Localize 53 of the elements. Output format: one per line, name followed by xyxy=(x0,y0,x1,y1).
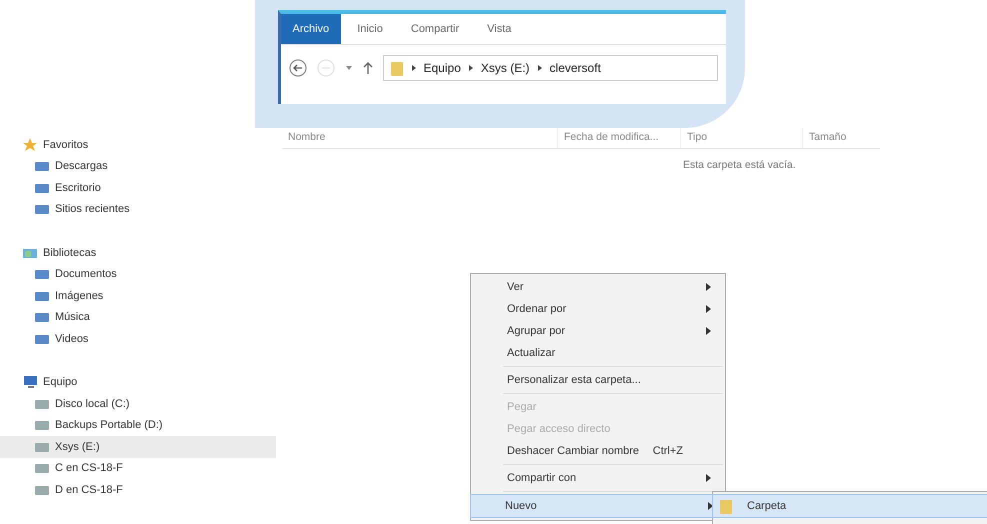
column-header[interactable]: Tamaño xyxy=(803,128,875,148)
item-icon xyxy=(34,267,50,282)
item-icon xyxy=(34,310,50,324)
sidebar-item[interactable]: Música xyxy=(0,306,276,328)
breadcrumb[interactable]: Xsys (E:) xyxy=(480,61,530,75)
sidebar-item[interactable]: Disco local (C:) xyxy=(0,393,276,414)
sidebar-item[interactable]: Descargas xyxy=(0,156,276,177)
up-arrow-icon[interactable] xyxy=(362,61,372,75)
back-icon[interactable] xyxy=(288,59,306,77)
address-bar[interactable]: Equipo Xsys (E:) cleversoft xyxy=(382,55,718,81)
column-header[interactable]: Fecha de modifica... xyxy=(558,128,681,148)
shortcut-text: Ctrl+Z xyxy=(652,445,683,457)
chevron-icon xyxy=(536,64,543,72)
breadcrumb[interactable]: Equipo xyxy=(424,61,461,75)
menu-item[interactable]: Personalizar esta carpeta... xyxy=(473,369,723,391)
ribbon-tab[interactable]: Archivo xyxy=(280,14,342,44)
sidebar-item[interactable]: Sitios recientes xyxy=(0,198,276,220)
sidebar-item[interactable]: D en CS-18-F xyxy=(0,479,276,500)
sidebar-item[interactable]: Xsys (E:) xyxy=(0,436,276,458)
sidebar-heading[interactable]: Equipo xyxy=(43,376,78,388)
sidebar-item[interactable]: Videos xyxy=(0,328,276,350)
folder-icon xyxy=(390,59,404,77)
sidebar-heading[interactable]: Bibliotecas xyxy=(43,246,96,259)
menu-item[interactable]: Compartir con xyxy=(473,467,723,489)
item-icon xyxy=(34,418,50,432)
column-header[interactable]: Tipo xyxy=(681,128,803,148)
sidebar-item[interactable]: Backups Portable (D:) xyxy=(0,414,276,436)
sidebar-item[interactable]: Escritorio xyxy=(0,177,276,198)
menu-item[interactable]: Agrupar por xyxy=(473,320,723,342)
star-icon xyxy=(22,136,38,153)
chevron-icon xyxy=(410,64,416,72)
item-icon xyxy=(34,202,50,216)
item-icon xyxy=(34,461,50,476)
item-icon xyxy=(34,159,50,174)
sidebar-heading[interactable]: Favoritos xyxy=(43,138,88,151)
menu-item[interactable]: Ver xyxy=(473,276,723,298)
computer-icon xyxy=(22,374,38,390)
ribbon-tab[interactable]: Compartir xyxy=(398,14,472,44)
menu-item[interactable]: Deshacer Cambiar nombre Ctrl+Z xyxy=(473,440,723,462)
sidebar-item[interactable]: Imágenes xyxy=(0,285,276,306)
menu-item[interactable]: Ordenar por xyxy=(473,298,723,320)
menu-item[interactable]: Carpeta xyxy=(712,494,987,518)
ribbon-tab[interactable]: Inicio xyxy=(345,14,395,44)
column-header[interactable]: Nombre xyxy=(282,128,558,148)
chevron-icon xyxy=(468,64,474,72)
menu-item[interactable]: Actualizar xyxy=(473,342,723,364)
dropdown-icon[interactable] xyxy=(344,65,352,71)
sidebar-item[interactable]: Documentos xyxy=(0,264,276,285)
folder-icon xyxy=(719,497,733,515)
empty-message: Esta carpeta está vacía. xyxy=(683,159,797,171)
sidebar-item[interactable]: C en CS-18-F xyxy=(0,458,276,479)
ribbon-tab[interactable]: Vista xyxy=(475,14,524,44)
breadcrumb[interactable]: cleversoft xyxy=(550,61,601,75)
